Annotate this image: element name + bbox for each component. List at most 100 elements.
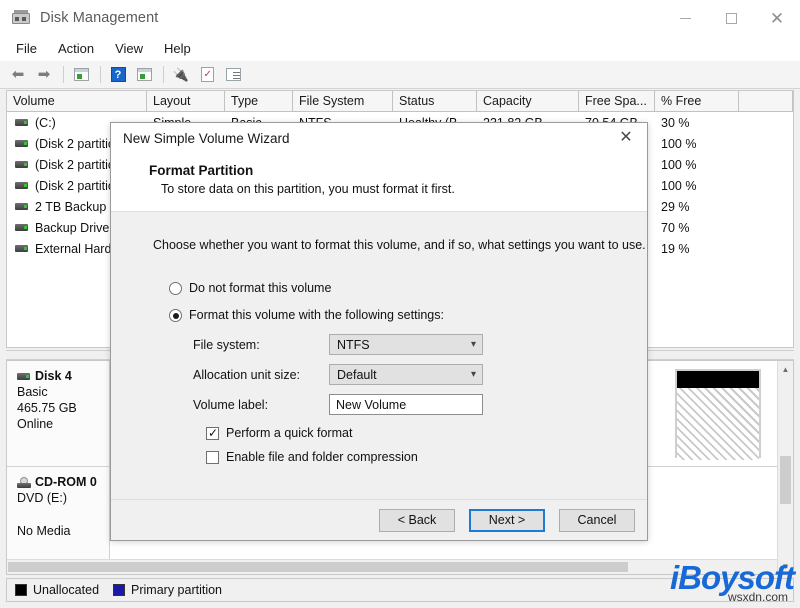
dialog-intro-text: Choose whether you want to format this v… [153, 238, 646, 252]
menu-action[interactable]: Action [49, 39, 103, 58]
disk-icon [17, 373, 30, 380]
checkbox-label: Perform a quick format [226, 426, 352, 440]
volume-label: 2 TB Backup (F [35, 200, 122, 214]
percentfree-cell: 100 % [655, 158, 739, 172]
action-log-icon[interactable] [195, 64, 219, 86]
legend-swatch-primary-partition [113, 584, 125, 596]
radio-button-unselected[interactable] [169, 282, 182, 295]
maximize-button[interactable] [708, 0, 754, 36]
cancel-button[interactable]: Cancel [559, 509, 635, 532]
dialog-header: New Simple Volume Wizard ✕ Format Partit… [111, 123, 647, 212]
dialog-heading: Format Partition [149, 163, 253, 178]
field-label-allocation-unit-size: Allocation unit size: [193, 368, 329, 382]
dialog-body: Choose whether you want to format this v… [111, 212, 647, 499]
dialog-subheading: To store data on this partition, you mus… [161, 182, 455, 196]
column-header-extra[interactable] [739, 91, 793, 112]
legend-swatch-unallocated [15, 584, 27, 596]
back-button[interactable]: < Back [379, 509, 455, 532]
radio-do-not-format[interactable]: Do not format this volume [169, 281, 331, 295]
scroll-thumb-horizontal[interactable] [8, 562, 628, 572]
column-header-volume[interactable]: Volume [7, 91, 147, 112]
radio-format-with-settings[interactable]: Format this volume with the following se… [169, 308, 444, 322]
menu-file[interactable]: File [7, 39, 46, 58]
window-title: Disk Management [40, 10, 158, 26]
scroll-down-icon[interactable]: ▼ [778, 558, 793, 574]
minimize-button[interactable] [662, 0, 708, 36]
percentfree-cell: 29 % [655, 200, 739, 214]
drive-icon [15, 161, 28, 168]
disk-title: CD-ROM 0 [17, 475, 109, 489]
percentfree-cell: 100 % [655, 179, 739, 193]
checkbox-label: Enable file and folder compression [226, 450, 418, 464]
legend-label-unallocated: Unallocated [33, 583, 99, 597]
disk-type: Basic [17, 385, 109, 399]
forward-icon[interactable]: ➡ [32, 64, 56, 86]
disk-management-icon [12, 10, 30, 26]
radio-button-selected[interactable] [169, 309, 182, 322]
field-allocation-unit-size: Allocation unit size: Default ▾ [193, 364, 483, 385]
disk-blank-line [17, 507, 109, 522]
column-header-type[interactable]: Type [225, 91, 293, 112]
volume-label: Backup Drive ( [35, 221, 117, 235]
toolbar-separator [163, 66, 164, 83]
drive-icon [15, 182, 28, 189]
disk-status: No Media [17, 524, 109, 538]
volume-list-header: Volume Layout Type File System Status Ca… [7, 91, 793, 112]
disk-info-panel: CD-ROM 0 DVD (E:) No Media [7, 467, 110, 560]
checkbox-enable-compression[interactable]: Enable file and folder compression [206, 450, 418, 464]
menu-bar: File Action View Help [0, 36, 800, 62]
column-header-capacity[interactable]: Capacity [477, 91, 579, 112]
details-view-icon[interactable] [221, 64, 245, 86]
field-label-volume-label: Volume label: [193, 398, 329, 412]
partition-hatch-area [677, 388, 759, 460]
legend-item-unallocated: Unallocated [15, 583, 99, 597]
back-icon[interactable]: ⬅ [6, 64, 30, 86]
checkbox-unchecked[interactable] [206, 451, 219, 464]
menu-view[interactable]: View [106, 39, 152, 58]
rescan-disks-icon[interactable]: 🔌 [169, 64, 193, 86]
graphic-pane-vertical-scrollbar[interactable]: ▲ ▼ [777, 361, 793, 574]
menu-help[interactable]: Help [155, 39, 200, 58]
window-controls: ✕ [662, 0, 800, 36]
column-header-file-system[interactable]: File System [293, 91, 393, 112]
cdrom-icon [17, 477, 31, 488]
disk-drive-letter: DVD (E:) [17, 491, 109, 505]
checkbox-checked[interactable] [206, 427, 219, 440]
volume-label: (Disk 2 partitio [35, 179, 115, 193]
legend-label-primary-partition: Primary partition [131, 583, 222, 597]
checkbox-perform-quick-format[interactable]: Perform a quick format [206, 426, 352, 440]
scroll-up-icon[interactable]: ▲ [778, 361, 793, 377]
drive-icon [15, 140, 28, 147]
show-hide-console-tree-icon[interactable] [69, 64, 93, 86]
volume-label-input[interactable]: New Volume [329, 394, 483, 415]
column-header-layout[interactable]: Layout [147, 91, 225, 112]
help-icon[interactable]: ? [106, 64, 130, 86]
toolbar-separator [63, 66, 64, 83]
column-header-percent-free[interactable]: % Free [655, 91, 739, 112]
properties-window-icon[interactable] [132, 64, 156, 86]
graphic-pane-horizontal-scrollbar[interactable] [7, 559, 777, 574]
field-label-file-system: File system: [193, 338, 329, 352]
toolbar-separator [100, 66, 101, 83]
disk-info-panel: Disk 4 Basic 465.75 GB Online [7, 361, 110, 466]
dialog-close-icon[interactable]: ✕ [605, 123, 647, 151]
allocation-unit-size-value: Default [337, 368, 377, 382]
partition-block-unallocated[interactable] [675, 369, 761, 458]
close-window-button[interactable]: ✕ [754, 0, 800, 36]
drive-icon [15, 224, 28, 231]
column-header-free-space[interactable]: Free Spa... [579, 91, 655, 112]
file-system-dropdown[interactable]: NTFS ▾ [329, 334, 483, 355]
percentfree-cell: 70 % [655, 221, 739, 235]
disk-name: CD-ROM 0 [35, 475, 97, 489]
next-button[interactable]: Next > [469, 509, 545, 532]
dialog-title: New Simple Volume Wizard [123, 131, 290, 146]
column-header-status[interactable]: Status [393, 91, 477, 112]
scroll-thumb[interactable] [780, 456, 791, 504]
disk-title: Disk 4 [17, 369, 109, 383]
toolbar: ⬅ ➡ ? 🔌 [0, 61, 800, 89]
field-file-system: File system: NTFS ▾ [193, 334, 483, 355]
disk-status: Online [17, 417, 109, 431]
legend-item-primary-partition: Primary partition [113, 583, 222, 597]
radio-label: Do not format this volume [189, 281, 331, 295]
allocation-unit-size-dropdown[interactable]: Default ▾ [329, 364, 483, 385]
